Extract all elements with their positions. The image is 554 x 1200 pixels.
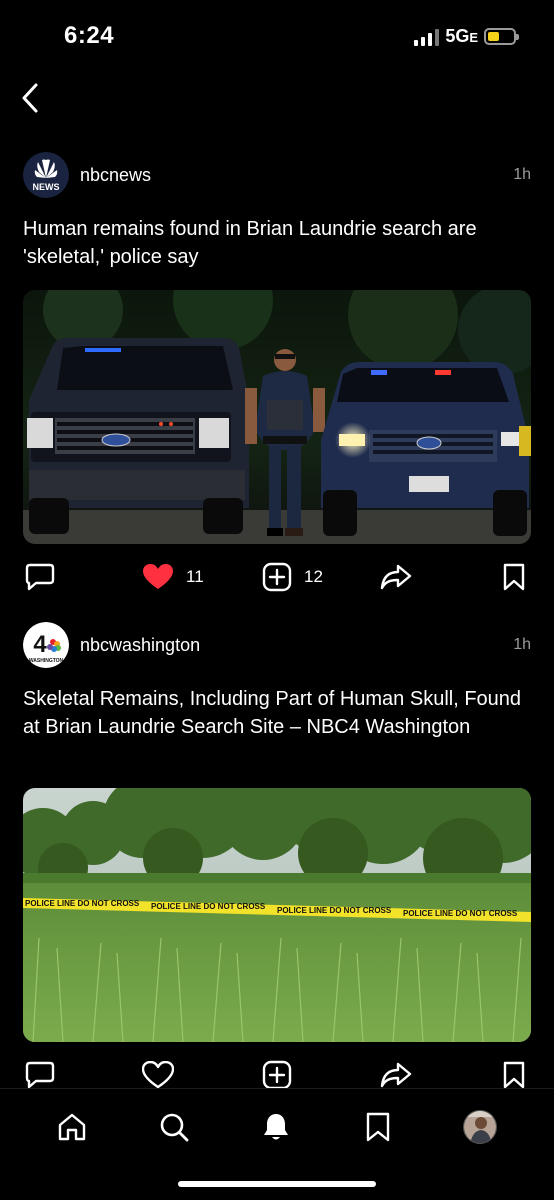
- share-arrow-icon: [380, 564, 412, 590]
- account-name[interactable]: nbcwashington: [80, 635, 200, 656]
- like-count: 11: [186, 567, 204, 586]
- reply-button[interactable]: [24, 557, 56, 597]
- police-scene-image: [23, 290, 531, 544]
- svg-text:POLICE LINE DO NOT CROSS: POLICE LINE DO NOT CROSS: [25, 899, 140, 908]
- nbc-washington-avatar[interactable]: 4 WASHINGTON: [23, 622, 69, 668]
- svg-text:POLICE LINE DO NOT CROSS: POLICE LINE DO NOT CROSS: [277, 906, 392, 915]
- battery-icon: [484, 28, 519, 45]
- post-actions: 11 12: [0, 557, 554, 597]
- status-time: 6:24: [64, 22, 115, 49]
- profile-avatar: [463, 1110, 497, 1144]
- search-icon: [160, 1113, 189, 1142]
- heart-filled-icon: [143, 564, 173, 589]
- cellular-signal-icon: [414, 28, 440, 46]
- nbc-news-peacock-icon: NEWS: [23, 152, 69, 198]
- repost-count: 12: [304, 567, 323, 586]
- bookmark-button[interactable]: [502, 557, 526, 597]
- svg-text:POLICE LINE DO NOT CROSS: POLICE LINE DO NOT CROSS: [403, 909, 518, 918]
- post-image[interactable]: [23, 290, 531, 544]
- heart-outline-icon: [142, 1061, 174, 1089]
- speech-bubble-icon: [25, 1061, 55, 1089]
- saved-icon: [366, 1112, 390, 1142]
- post-headline[interactable]: Human remains found in Brian Laundrie se…: [23, 215, 531, 271]
- home-icon: [58, 1113, 86, 1141]
- tab-saved[interactable]: [358, 1107, 398, 1147]
- tab-notifications[interactable]: [256, 1107, 296, 1147]
- bookmark-icon: [503, 1061, 525, 1089]
- post-time: 1h: [513, 166, 531, 183]
- svg-text:POLICE LINE DO NOT CROSS: POLICE LINE DO NOT CROSS: [151, 902, 266, 911]
- profile-photo: [464, 1111, 496, 1143]
- bookmark-icon: [503, 563, 525, 591]
- add-square-icon: [262, 1060, 292, 1090]
- share-button[interactable]: [380, 557, 412, 597]
- repost-button[interactable]: 12: [262, 557, 323, 597]
- like-button[interactable]: 11: [142, 557, 204, 597]
- tab-home[interactable]: [52, 1107, 92, 1147]
- add-square-icon: [262, 562, 292, 592]
- svg-text:4: 4: [33, 631, 47, 658]
- chevron-left-icon: [22, 83, 38, 113]
- nbc4-washington-logo: 4 WASHINGTON: [23, 622, 69, 668]
- speech-bubble-icon: [25, 563, 55, 591]
- tab-search[interactable]: [154, 1107, 194, 1147]
- post-header: NEWS nbcnews 1h: [23, 150, 535, 200]
- account-name[interactable]: nbcnews: [80, 165, 151, 186]
- notifications-icon: [264, 1114, 288, 1140]
- svg-text:NEWS: NEWS: [33, 182, 60, 192]
- share-arrow-icon: [380, 1062, 412, 1088]
- police-tape-field-image: POLICE LINE DO NOT CROSS POLICE LINE DO …: [23, 788, 531, 1042]
- post-headline[interactable]: Skeletal Remains, Including Part of Huma…: [23, 685, 531, 741]
- svg-text:WASHINGTON: WASHINGTON: [29, 658, 64, 664]
- tab-profile[interactable]: [460, 1107, 500, 1147]
- post-image[interactable]: POLICE LINE DO NOT CROSS POLICE LINE DO …: [23, 788, 531, 1042]
- network-type: 5GE: [445, 26, 478, 46]
- back-button[interactable]: [12, 80, 48, 116]
- post-header: 4 WASHINGTON nbcwashington 1h: [23, 620, 535, 670]
- status-indicators: 5GE: [414, 26, 519, 47]
- nbc-news-avatar[interactable]: NEWS: [23, 152, 69, 198]
- post-time: 1h: [513, 636, 531, 653]
- home-indicator[interactable]: [178, 1181, 376, 1187]
- status-bar: 6:24 5GE: [0, 0, 554, 70]
